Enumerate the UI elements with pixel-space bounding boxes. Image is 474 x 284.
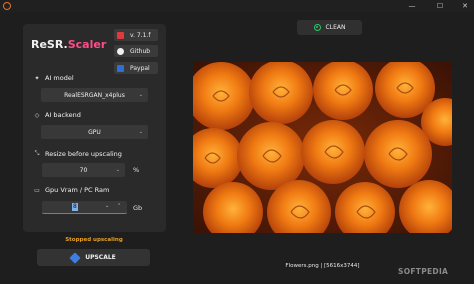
resize-icon: ⤡ (34, 150, 40, 157)
logo-main-text: ReSR. (31, 38, 68, 51)
chevron-down-icon[interactable]: ⌄ (105, 203, 109, 209)
image-preview (193, 62, 452, 233)
title-bar: — ☐ ✕ (0, 0, 474, 12)
paypal-label: Paypal (130, 64, 150, 72)
github-icon (117, 47, 124, 55)
memory-icon: ▭ (34, 186, 40, 194)
sparkle-icon: ✦ (34, 74, 40, 82)
ai-model-value: RealESRGAN_x4plus (64, 91, 125, 99)
ai-backend-dropdown[interactable]: GPU ⌄ (41, 125, 148, 139)
resize-value: 70 (79, 166, 88, 174)
clean-label: CLEAN (325, 24, 346, 31)
version-icon (117, 31, 124, 39)
ai-backend-value: GPU (88, 128, 101, 136)
chevron-down-icon: ⌄ (138, 92, 143, 98)
cube-icon (69, 251, 81, 264)
upscale-button[interactable]: UPSCALE (37, 249, 150, 266)
vram-label-text: Gpu Vram / PC Ram (45, 186, 110, 194)
logo-accent-text: Scaler (67, 38, 107, 51)
paypal-button[interactable]: Paypal (114, 62, 158, 74)
status-text: Stopped upscaling (65, 237, 123, 243)
chevron-down-icon: ⌄ (115, 167, 120, 173)
vram-value: 8 (72, 203, 78, 211)
chevron-up-icon[interactable]: ⌃ (117, 203, 121, 209)
vram-input[interactable]: 8 ⌄ ⌃ (42, 201, 127, 214)
github-label: Github (130, 47, 151, 55)
resize-label: ⤡ Resize before upscaling (33, 150, 122, 158)
resize-unit: % (133, 166, 140, 174)
ai-model-label: ✦ AI model (33, 74, 74, 82)
chip-icon: ◇ (34, 111, 40, 119)
app-logo: ReSR.Scaler (31, 38, 106, 51)
github-button[interactable]: Github (114, 45, 158, 57)
minimize-button[interactable]: — (403, 0, 421, 12)
version-button[interactable]: v. 7.1.f (114, 29, 158, 41)
maximize-button[interactable]: ☐ (431, 0, 449, 12)
resize-input[interactable]: 70 ⌄ (42, 163, 125, 177)
clean-button[interactable]: CLEAN (297, 20, 362, 35)
resize-label-text: Resize before upscaling (45, 150, 122, 158)
watermark: SOFTPEDIA (398, 267, 449, 276)
upscale-label: UPSCALE (85, 254, 116, 261)
clean-circle-icon (313, 24, 321, 31)
ai-backend-label: ◇ AI backend (33, 111, 81, 119)
version-label: v. 7.1.f (130, 31, 151, 39)
roses-image (193, 62, 452, 233)
vram-unit: Gb (133, 204, 143, 212)
close-button[interactable]: ✕ (456, 0, 474, 12)
paypal-icon (117, 64, 124, 72)
ai-model-dropdown[interactable]: RealESRGAN_x4plus ⌄ (41, 88, 148, 102)
ai-backend-label-text: AI backend (45, 111, 81, 119)
vram-label: ▭ Gpu Vram / PC Ram (33, 186, 109, 194)
chevron-down-icon: ⌄ (138, 129, 143, 135)
app-icon (3, 2, 11, 10)
ai-model-label-text: AI model (45, 74, 74, 82)
